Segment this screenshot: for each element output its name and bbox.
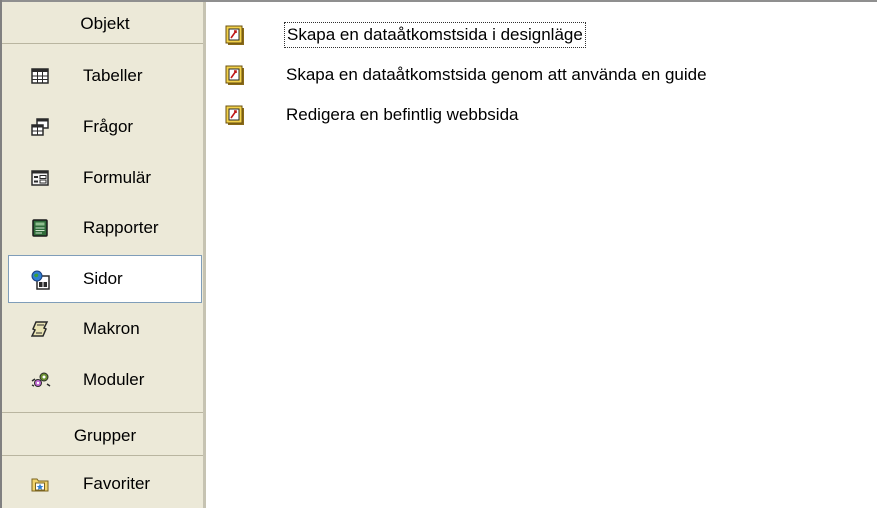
list-item-label: Skapa en dataåtkomstsida genom att använ…	[286, 65, 707, 84]
objects-header-divider	[2, 43, 203, 44]
sidebar-item-tables[interactable]: Tabeller	[8, 52, 202, 100]
sidebar-item-forms[interactable]: Formulär	[8, 154, 202, 202]
sidebar-item-pages[interactable]: Sidor	[8, 255, 202, 303]
sidebar-item-label: Favoriter	[83, 474, 151, 493]
sidebar-item-queries[interactable]: Frågor	[8, 103, 202, 151]
groups-divider	[2, 412, 203, 413]
data-access-page-icon	[224, 65, 246, 87]
list-item-label: Redigera en befintlig webbsida	[286, 105, 519, 124]
sidebar-item-label: Rapporter	[83, 218, 159, 237]
data-access-page-icon	[224, 105, 246, 127]
data-access-page-icon	[224, 25, 246, 47]
objects-header[interactable]: Objekt	[8, 6, 202, 42]
module-icon	[31, 371, 51, 389]
list-item-label: Skapa en dataåtkomstsida i designläge	[284, 22, 586, 48]
sidebar-item-label: Formulär	[83, 168, 152, 187]
sidebar-item-macros[interactable]: Makron	[8, 305, 202, 353]
sidebar-item-favorites[interactable]: Favoriter	[8, 460, 202, 508]
macro-icon	[30, 320, 49, 338]
objects-bar: Objekt Tabeller Frågor Formulär Rapporte…	[2, 2, 203, 508]
sidebar-item-reports[interactable]: Rapporter	[8, 204, 202, 252]
sidebar-item-label: Sidor	[83, 269, 123, 288]
favorites-folder-icon	[31, 475, 49, 493]
sidebar-item-label: Moduler	[83, 370, 145, 389]
groups-header-divider	[2, 455, 203, 456]
groups-header[interactable]: Grupper	[8, 418, 202, 454]
table-icon	[31, 67, 49, 85]
report-icon	[31, 219, 49, 237]
sidebar-item-label: Tabeller	[83, 66, 143, 85]
sidebar-item-label: Frågor	[83, 117, 134, 136]
page-icon	[31, 270, 50, 290]
sidebar-item-modules[interactable]: Moduler	[8, 356, 202, 404]
sidebar-item-label: Makron	[83, 319, 140, 338]
object-list: Skapa en dataåtkomstsida i designläge Sk…	[206, 2, 877, 508]
form-icon	[31, 169, 49, 187]
query-icon	[31, 118, 49, 136]
